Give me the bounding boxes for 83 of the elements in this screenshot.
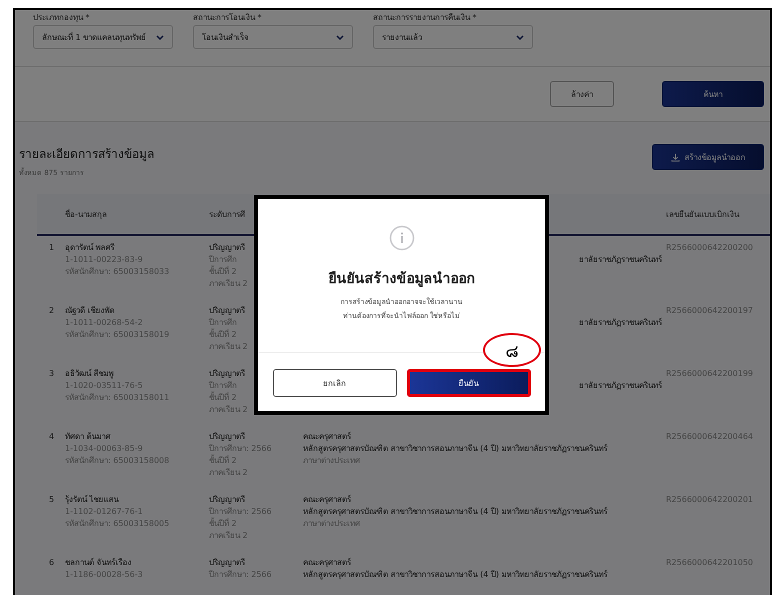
education-detail: ภาคเรียน 2 xyxy=(209,278,249,290)
education-detail: ชั้นปีที่ 2 xyxy=(209,329,238,341)
filter-select[interactable]: ลักษณะที่ 1 ขาดแคลนทุนทรัพย์ xyxy=(33,25,173,49)
reference-number: R2566000642200199 xyxy=(666,368,754,380)
education-level: ปริญญาตรี xyxy=(209,368,246,380)
row-number: 3 xyxy=(48,368,56,380)
confirm-button[interactable]: ยืนยัน xyxy=(406,369,530,397)
chevron-down-icon xyxy=(156,34,164,40)
education-detail: ปีการศึก xyxy=(209,254,238,266)
clear-button[interactable]: ล้างค่า xyxy=(550,81,614,107)
reference-number: R2566000642200201 xyxy=(666,494,754,506)
citizen-id: 1-1102-01267-76-1 xyxy=(65,506,144,518)
program-name: ยาลัยราชภัฏราชนครินทร์ xyxy=(579,380,663,392)
major-name: ภาษาต่างประเทศ xyxy=(303,455,361,467)
education-detail: ภาคเรียน 2 xyxy=(209,530,249,542)
student-id: รหัสนักศึกษา: 65003158008 xyxy=(65,455,170,467)
column-header: ชื่อ-นามสกุล xyxy=(65,208,108,220)
education-detail: ปีการศึกษา: 2566 xyxy=(209,443,273,454)
education-detail: ภาคเรียน 2 xyxy=(209,404,249,416)
filter-select[interactable]: โอนเงินสำเร็จ xyxy=(193,25,353,49)
education-detail: ปีการศึก xyxy=(209,380,238,392)
student-id: รหัสนักศึกษา: 65003158005 xyxy=(65,518,170,530)
student-name: อธิวัฒน์ สีชมพู xyxy=(65,368,115,380)
row-number: 6 xyxy=(48,557,56,569)
row-number: 5 xyxy=(48,494,56,506)
faculty-name: คณะครุศาสตร์ xyxy=(303,431,352,443)
education-detail: ภาคเรียน 2 xyxy=(209,467,249,479)
column-header: ระดับการศึ xyxy=(209,208,246,220)
reference-number: R2566000642200464 xyxy=(666,431,754,443)
citizen-id: 1-1034-00063-85-9 xyxy=(65,443,144,455)
filter-label: ประเภทกองทุน * xyxy=(33,12,91,23)
student-name: อุดารัตน์ พลศรี xyxy=(65,242,116,254)
student-name: ทัศดา ต้นมาศ xyxy=(65,431,112,443)
cancel-button[interactable]: ยกเลิก xyxy=(272,369,396,397)
student-name: ชลกานต์ จันทร์เรือง xyxy=(65,557,133,569)
column-header: เลขยืนยันแบบเบิกเงิน xyxy=(666,208,740,220)
row-number: 2 xyxy=(48,305,56,317)
chevron-down-icon xyxy=(516,34,524,40)
info-icon xyxy=(388,225,414,251)
citizen-id: 1-1011-00223-83-9 xyxy=(65,254,144,266)
student-id: รหัสนักศึกษา: 65003158011 xyxy=(65,392,170,404)
section-title: รายละเอียดการสร้างข้อมูล xyxy=(19,146,154,163)
filter-label: สถานะการรายงานการคืนเงิน * xyxy=(373,12,478,23)
education-detail: ชั้นปีที่ 2 xyxy=(209,455,238,467)
reference-number: R2566000642200200 xyxy=(666,242,754,254)
program-name: หลักสูตรครุศาสตรบัณฑิต สาขาวิชาการสอนภาษาจีน (4 ปี) มหาวิทยาลัยราชภัฏราชนครินทร์ xyxy=(303,443,608,455)
citizen-id: 1-1186-00028-56-3 xyxy=(65,569,144,581)
education-level: ปริญญาตรี xyxy=(209,431,246,443)
row-number: 1 xyxy=(48,242,56,254)
citizen-id: 1-1011-00268-54-2 xyxy=(65,317,144,329)
download-icon xyxy=(670,152,680,162)
reference-number: R2566000642200197 xyxy=(666,305,754,317)
row-number: 4 xyxy=(48,431,56,443)
reference-number: R2566000642201050 xyxy=(666,557,754,569)
filter-label: สถานะการโอนเงิน * xyxy=(193,12,263,23)
student-id: รหัสนักศึกษา: 65003158019 xyxy=(65,329,170,341)
faculty-name: คณะครุศาสตร์ xyxy=(303,494,352,506)
program-name: ยาลัยราชภัฏราชนครินทร์ xyxy=(579,317,663,329)
education-detail: ภาคเรียน 2 xyxy=(209,341,249,353)
education-detail: ปีการศึกษา: 2566 xyxy=(209,506,273,518)
filter-select[interactable]: รายงานแล้ว xyxy=(373,25,533,49)
student-name: รุ้งรัตน์ ไชยแสน xyxy=(65,494,120,506)
chevron-down-icon xyxy=(336,34,344,40)
education-detail: ชั้นปีที่ 2 xyxy=(209,518,238,530)
education-detail: ชั้นปีที่ 2 xyxy=(209,392,238,404)
education-level: ปริญญาตรี xyxy=(209,242,246,254)
faculty-name: คณะครุศาสตร์ xyxy=(303,557,352,569)
education-detail: ปีการศึก xyxy=(209,317,238,328)
program-name: หลักสูตรครุศาสตรบัณฑิต สาขาวิชาการสอนภาษาจีน (4 ปี) มหาวิทยาลัยราชภัฏราชนครินทร์ xyxy=(303,506,608,518)
citizen-id: 1-1020-03511-76-5 xyxy=(65,380,144,392)
education-level: ปริญญาตรี xyxy=(209,494,246,506)
dialog-title: ยืนยันสร้างข้อมูลนำออก xyxy=(328,270,474,289)
student-id: รหัสนักศึกษา: 65003158033 xyxy=(65,266,170,278)
export-button[interactable]: สร้างข้อมูลนำออก xyxy=(652,144,764,170)
education-level: ปริญญาตรี xyxy=(209,305,246,317)
program-name: ยาลัยราชภัฏราชนครินทร์ xyxy=(579,254,663,266)
student-name: ณัฐวดี เชียงพัด xyxy=(65,305,116,317)
education-detail: ชั้นปีที่ 2 xyxy=(209,266,238,278)
major-name: ภาษาต่างประเทศ xyxy=(303,518,361,530)
education-detail: ปีการศึกษา: 2566 xyxy=(209,569,273,581)
program-name: หลักสูตรครุศาสตรบัณฑิต สาขาวิชาการสอนภาษาจีน (4 ปี) มหาวิทยาลัยราชภัฏราชนครินทร์ xyxy=(303,569,608,581)
search-button[interactable]: ค้นหา xyxy=(662,81,764,107)
education-level: ปริญญาตรี xyxy=(209,557,246,569)
